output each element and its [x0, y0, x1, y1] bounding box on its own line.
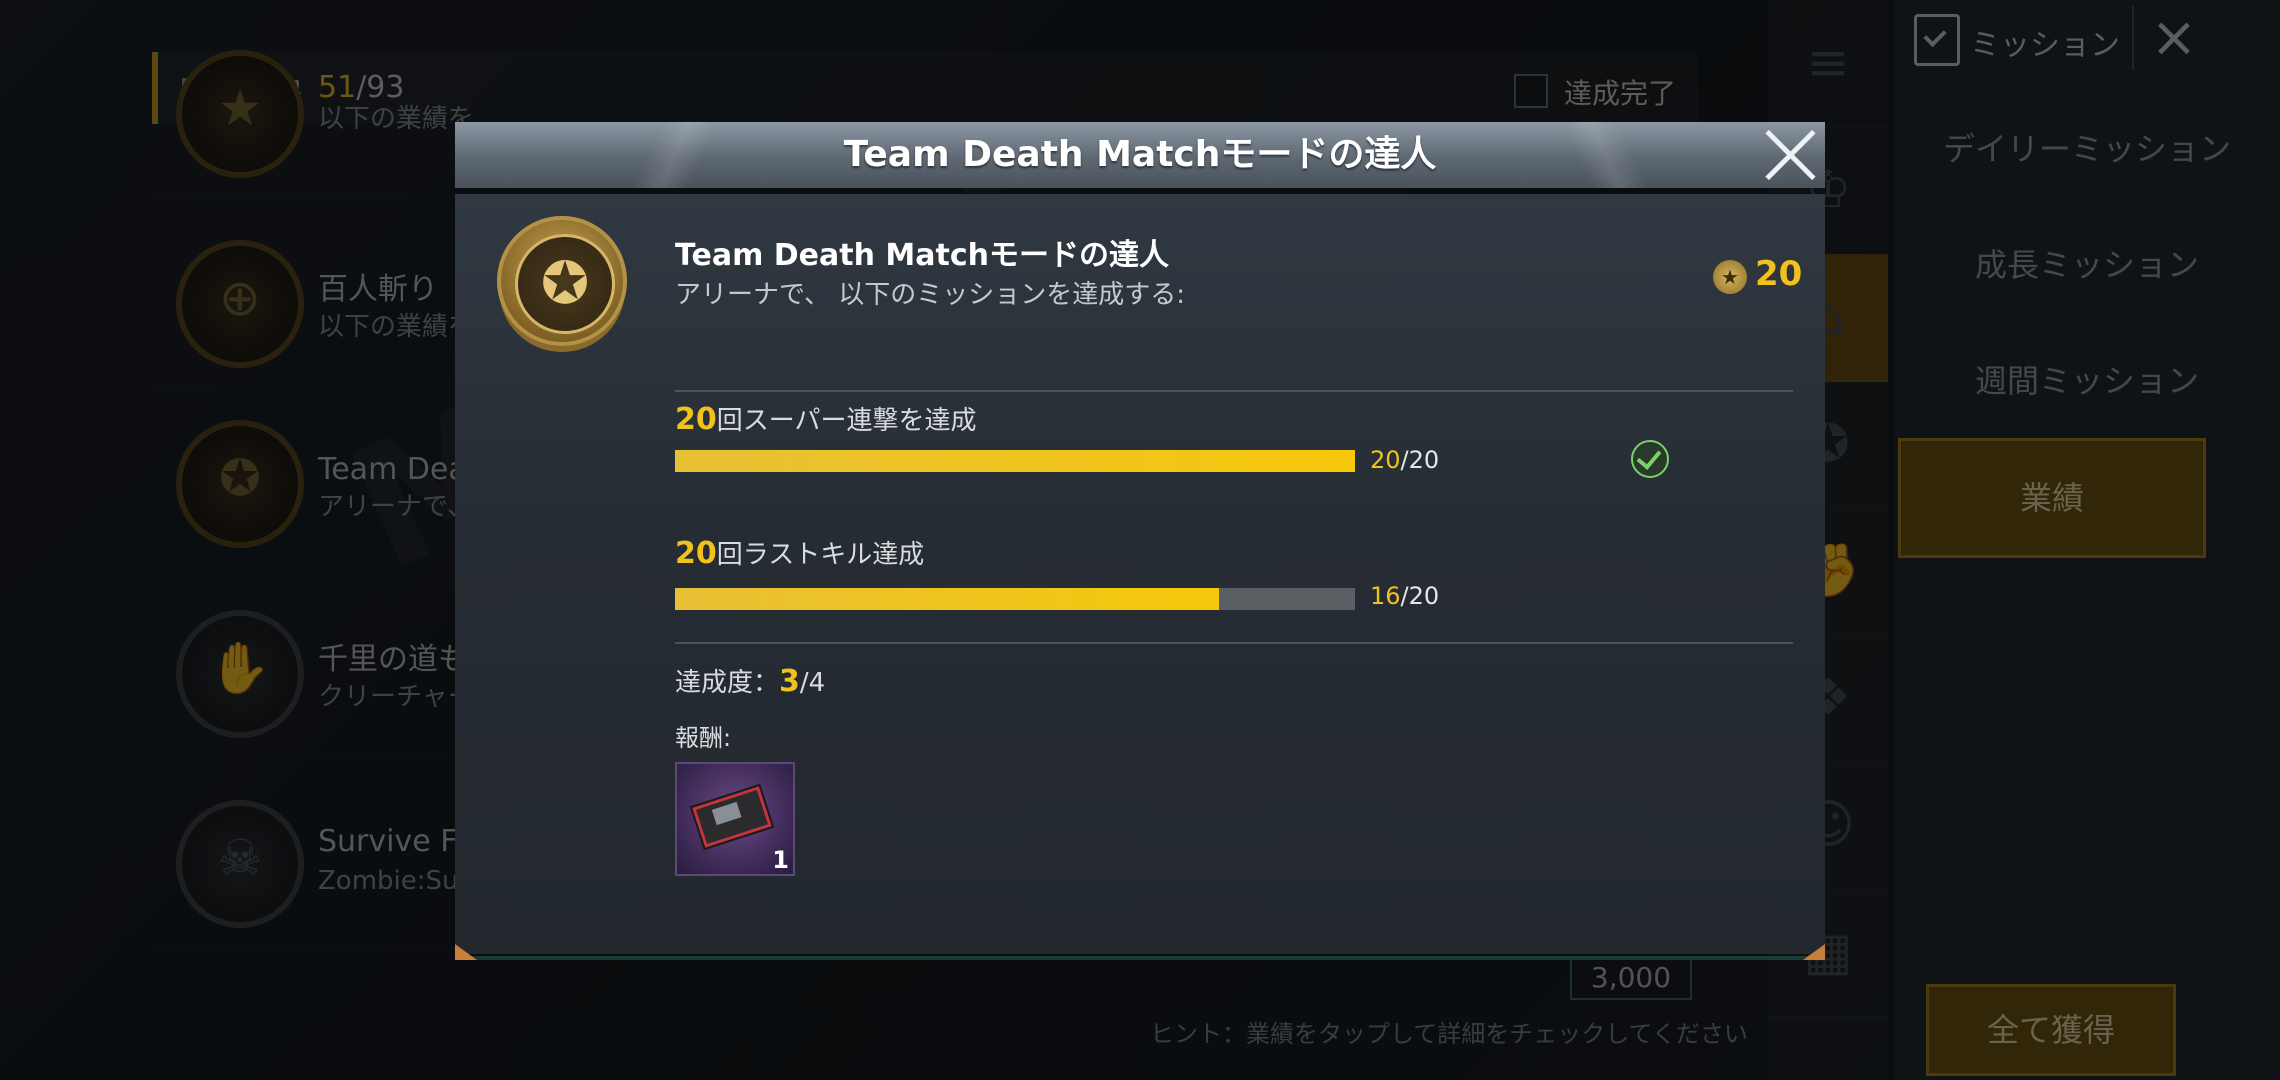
tab-achievements[interactable]: 業績 [1898, 438, 2206, 558]
reward-quantity: 1 [772, 846, 789, 874]
achievement-description: アリーナで、 以下のミッションを達成する: [675, 280, 1185, 310]
task-progress-fill [675, 588, 1219, 610]
reward-label: 報酬: [675, 724, 732, 752]
divider [675, 390, 1793, 392]
achievement-detail-modal: Team Death Matchモードの達人 ✪ Team Death Matc… [455, 122, 1825, 960]
achievement-points-icon: ★ [1713, 260, 1747, 294]
modal-title-bar: Team Death Matchモードの達人 [455, 122, 1825, 188]
task-progress-bar [675, 588, 1355, 610]
mission-panel: ミッション × デイリーミッション 成長ミッション 週間ミッション 業績 全て獲… [1894, 0, 2280, 1080]
modal-body: ✪ Team Death Matchモードの達人 アリーナで、 以下のミッション… [455, 194, 1825, 960]
corner-accent [1803, 944, 1825, 960]
close-icon[interactable]: × [2132, 6, 2214, 70]
mission-header: ミッション × [1894, 0, 2280, 76]
task-progress-value: 20/20 [1370, 446, 1440, 474]
crosshair-medal-icon: ⊕ [176, 240, 304, 368]
skull-medal-icon: ☠ [176, 800, 304, 928]
mission-title: ミッション [1970, 28, 2120, 63]
achievement-name: Team Death Matchモードの達人 [675, 238, 1169, 273]
corner-accent [455, 944, 477, 960]
divider [675, 642, 1793, 644]
check-icon [1631, 440, 1669, 478]
task-label: 20回スーパー連撃を達成 [675, 402, 977, 437]
achievement-points: 20 [1755, 254, 1803, 294]
tab-daily[interactable]: デイリーミッション [1894, 94, 2280, 204]
task-label: 20回ラストキル達成 [675, 536, 925, 571]
crate-icon [689, 783, 775, 851]
tab-weekly[interactable]: 週間ミッション [1894, 326, 2280, 436]
close-icon[interactable] [1761, 126, 1819, 184]
star-medal-icon: ✪ [176, 420, 304, 548]
task-progress-bar [675, 450, 1355, 472]
reward-crate-item[interactable]: 1 [675, 762, 795, 876]
achievement-badge-icon: ✪ [497, 216, 627, 346]
overall-progress: 達成度：3/4 [675, 664, 826, 699]
hand-medal-icon: ✋ [176, 610, 304, 738]
modal-bottom-edge [455, 956, 1825, 960]
clipboard-icon [1914, 14, 1960, 66]
modal-title: Team Death Matchモードの達人 [843, 134, 1437, 175]
task-progress-fill [675, 450, 1355, 472]
tab-growth[interactable]: 成長ミッション [1894, 210, 2280, 320]
claim-all-button[interactable]: 全て獲得 [1926, 984, 2176, 1076]
reward-value: 3,000 [1570, 956, 1692, 1000]
list-icon[interactable]: ≡ [1768, 0, 1888, 128]
hint-text: ヒント：業績をタップして詳細をチェックしてください [1150, 1020, 1748, 1048]
medal-icon: ★ [176, 50, 304, 178]
task-progress-value: 16/20 [1370, 582, 1440, 610]
